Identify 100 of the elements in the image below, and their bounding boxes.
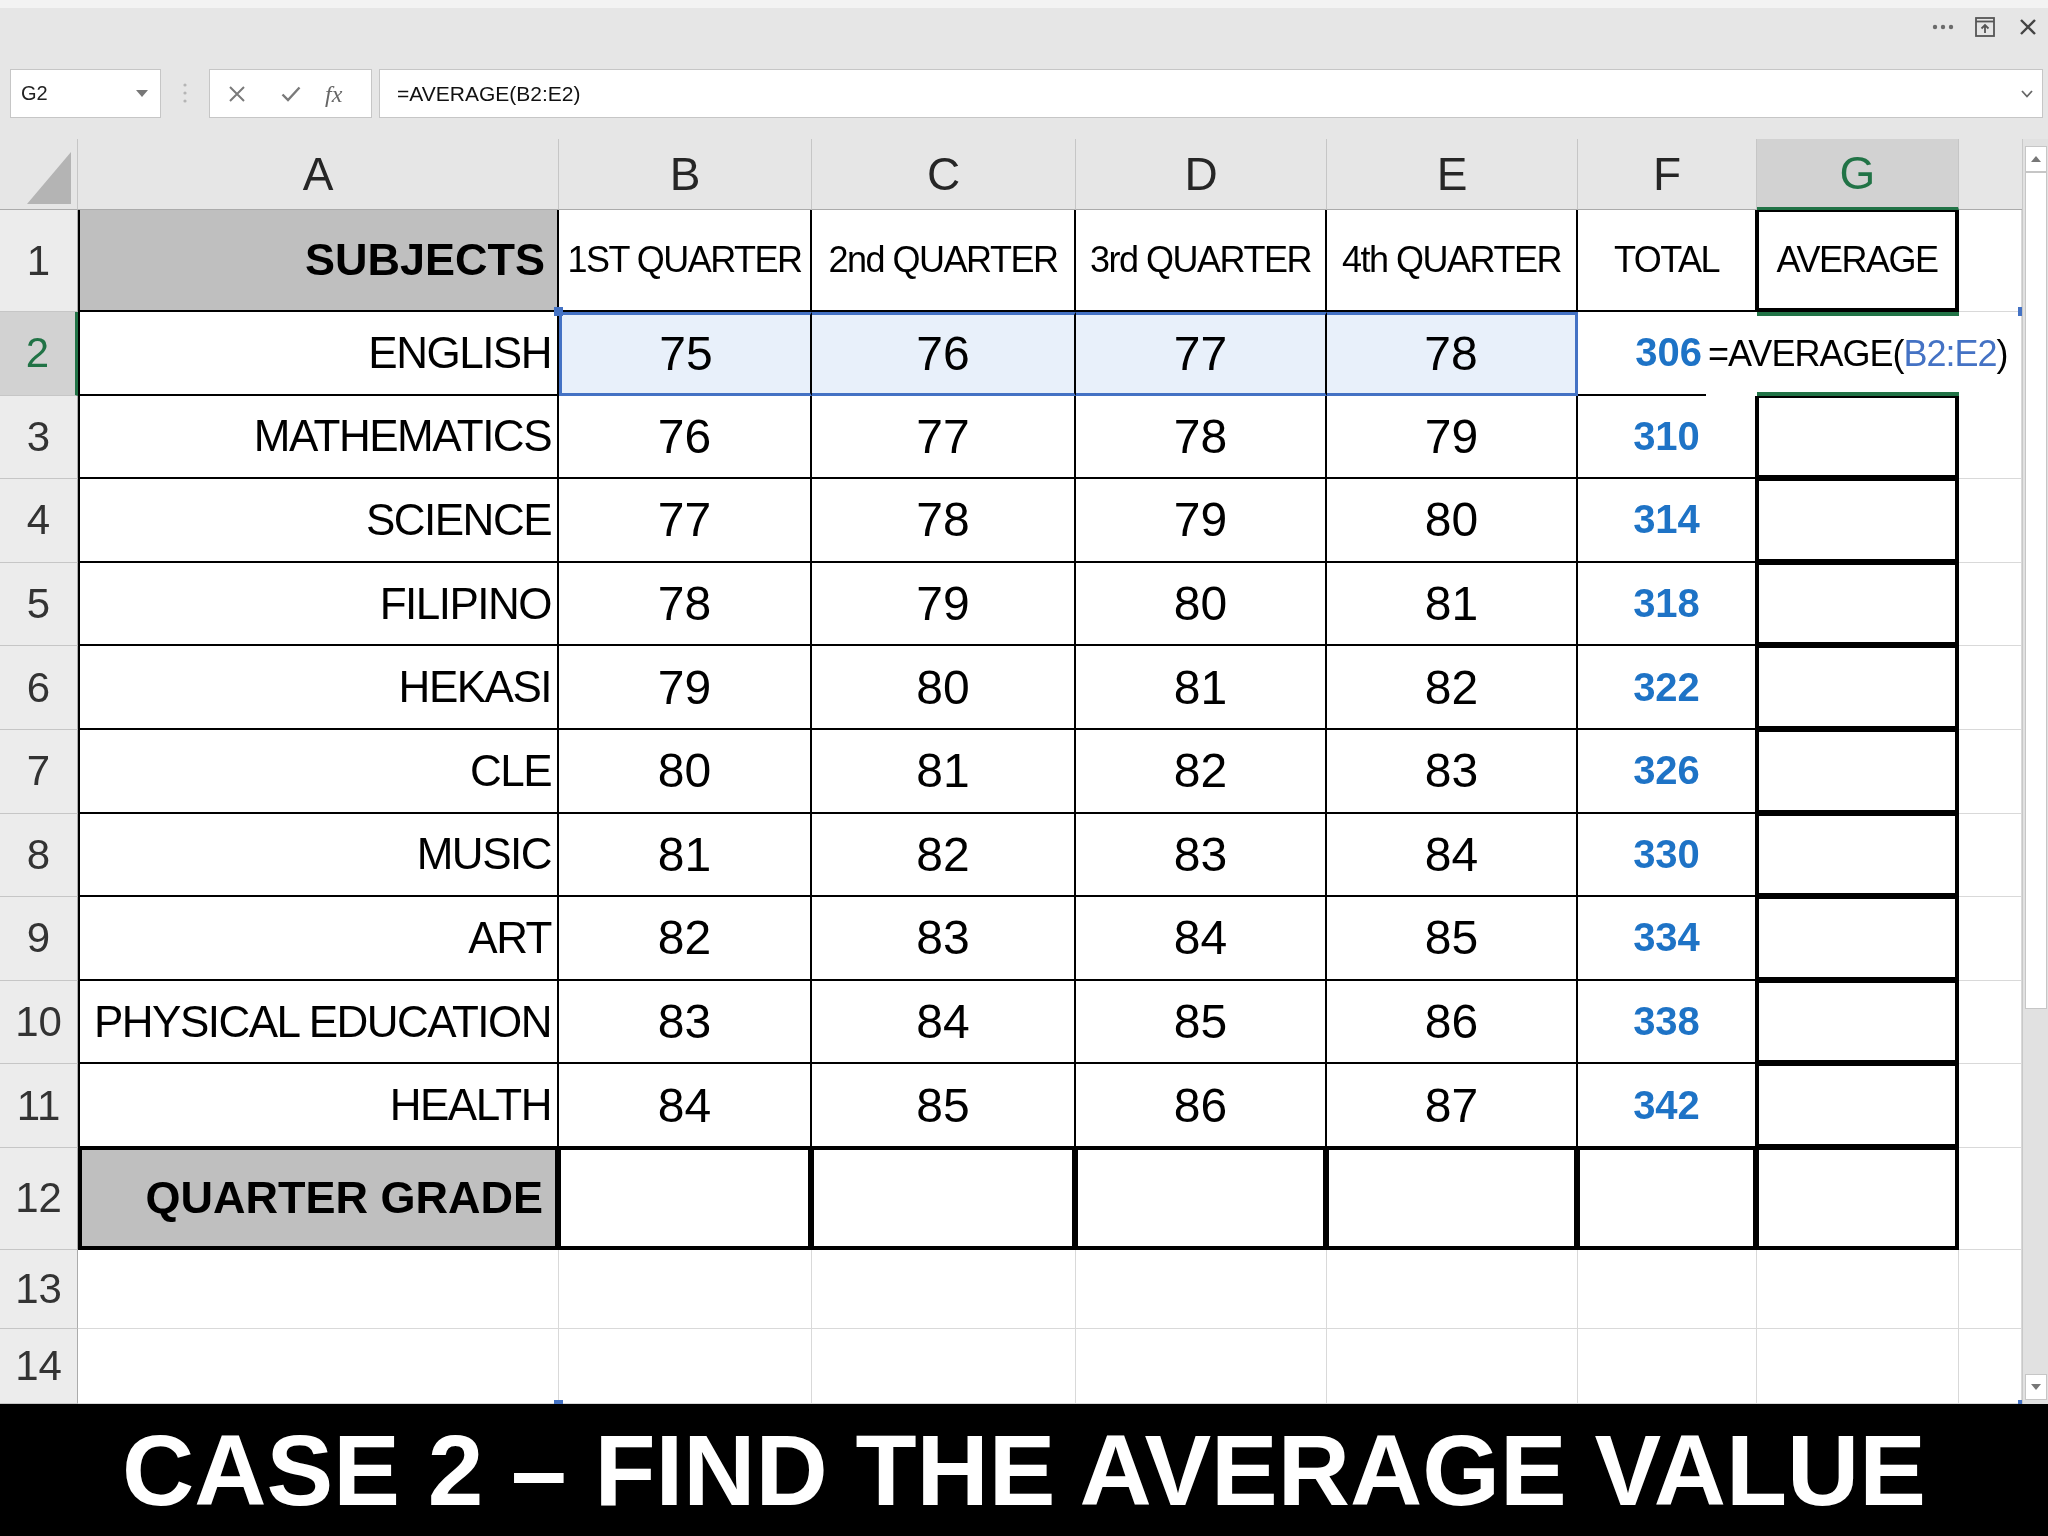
score-cell: 83 (812, 897, 1076, 981)
score-cell: 84 (812, 980, 1076, 1065)
subject-cell: PHYSICAL EDUCATION (78, 980, 559, 1065)
check-icon[interactable] (281, 85, 301, 102)
score-cell: 81 (1076, 646, 1327, 730)
subject-cell: CLE (78, 729, 559, 814)
column-header[interactable]: F (1578, 139, 1757, 210)
total-cell: 334 (1578, 897, 1757, 981)
total-cell: 322 (1578, 646, 1757, 730)
score-cell: 81 (559, 813, 812, 898)
chevron-down-icon[interactable] (2021, 89, 2033, 98)
subject-cell: ENGLISH (78, 312, 559, 396)
score-cell: 79 (559, 646, 812, 730)
score-cell: 79 (1076, 479, 1327, 563)
score-cell: 79 (1327, 395, 1578, 480)
name-box[interactable]: G2 (10, 69, 161, 118)
score-cell: 82 (559, 897, 812, 981)
subject-cell: HEALTH (78, 1064, 559, 1148)
scrollbar-track[interactable] (2022, 139, 2048, 1404)
score-cell: 78 (812, 479, 1076, 563)
score-cell: 80 (812, 646, 1076, 730)
score-cell: 78 (1076, 395, 1327, 480)
row-header[interactable]: 2 (0, 312, 78, 396)
row-header[interactable]: 3 (0, 395, 78, 480)
column-title-cell: 3rd QUARTER (1076, 210, 1327, 312)
score-cell: 84 (1327, 813, 1578, 898)
score-cell: 80 (1327, 479, 1578, 563)
subject-cell: SCIENCE (78, 479, 559, 563)
total-cell: 318 (1578, 562, 1757, 647)
row-header[interactable]: 14 (0, 1328, 78, 1404)
score-cell: 76 (812, 312, 1076, 396)
scroll-up-icon[interactable] (2024, 146, 2047, 172)
score-cell: 85 (1076, 980, 1327, 1065)
score-cell: 83 (1327, 729, 1578, 814)
subject-cell: FILIPINO (78, 562, 559, 647)
cancel-icon[interactable] (229, 85, 245, 102)
row-header[interactable]: 1 (0, 210, 78, 312)
column-title-cell: TOTAL (1578, 210, 1757, 312)
score-cell: 82 (1327, 646, 1578, 730)
row-header[interactable]: 13 (0, 1249, 78, 1329)
row-header[interactable]: 11 (0, 1064, 78, 1148)
scrollbar-thumb[interactable] (2024, 172, 2047, 1009)
more-icon[interactable] (1932, 24, 1954, 30)
score-cell: 78 (1327, 312, 1578, 396)
row-header[interactable]: 8 (0, 813, 78, 898)
score-cell: 77 (559, 479, 812, 563)
row-header[interactable]: 6 (0, 646, 78, 730)
score-cell: 83 (559, 980, 812, 1065)
score-cell: 82 (812, 813, 1076, 898)
column-header[interactable]: B (559, 139, 812, 210)
score-cell: 86 (1076, 1064, 1327, 1148)
total-cell: 314 (1578, 479, 1757, 563)
subject-cell: MUSIC (78, 813, 559, 898)
subject-cell: MATHEMATICS (78, 395, 559, 480)
total-cell: 338 (1578, 980, 1757, 1065)
total-cell: 310 (1578, 395, 1757, 480)
total-cell: 342 (1578, 1064, 1757, 1148)
column-header[interactable]: E (1327, 139, 1578, 210)
column-header[interactable]: C (812, 139, 1076, 210)
row-header[interactable]: 12 (0, 1147, 78, 1250)
score-cell: 76 (559, 395, 812, 480)
score-cell: 87 (1327, 1064, 1578, 1148)
row-label-cell: SUBJECTS (78, 210, 559, 312)
score-cell: 78 (559, 562, 812, 647)
score-cell: 77 (812, 395, 1076, 480)
row-label-cell: QUARTER GRADE (78, 1147, 559, 1250)
dropdown-caret-icon[interactable] (136, 90, 148, 97)
row-header[interactable]: 4 (0, 479, 78, 563)
score-cell: 84 (1076, 897, 1327, 981)
caption-banner: CASE 2 – FIND THE AVERAGE VALUE (0, 1404, 2048, 1536)
column-title-cell: AVERAGE (1757, 210, 1959, 312)
score-cell: 81 (812, 729, 1076, 814)
score-cell: 85 (812, 1064, 1076, 1148)
column-header[interactable]: G (1757, 139, 1959, 210)
score-cell: 75 (559, 312, 812, 396)
subject-cell: ART (78, 897, 559, 981)
insert-function-button[interactable]: fx (323, 81, 345, 106)
score-cell: 84 (559, 1064, 812, 1148)
row-header[interactable]: 9 (0, 897, 78, 981)
row-header[interactable]: 10 (0, 980, 78, 1065)
score-cell: 86 (1327, 980, 1578, 1065)
score-cell: 80 (559, 729, 812, 814)
total-cell: 326 (1578, 729, 1757, 814)
row-header[interactable]: 7 (0, 729, 78, 814)
row-header[interactable]: 5 (0, 562, 78, 647)
score-cell: 80 (1076, 562, 1327, 647)
score-cell: 79 (812, 562, 1076, 647)
score-cell: 77 (1076, 312, 1327, 396)
score-cell: 82 (1076, 729, 1327, 814)
column-title-cell: 2nd QUARTER (812, 210, 1076, 312)
column-header[interactable]: D (1076, 139, 1327, 210)
subject-cell: HEKASI (78, 646, 559, 730)
score-cell: 81 (1327, 562, 1578, 647)
close-icon[interactable] (2020, 19, 2036, 35)
column-title-cell: 4th QUARTER (1327, 210, 1578, 312)
formula-field[interactable]: =AVERAGE(B2:E2) (379, 69, 2043, 118)
column-header[interactable]: A (78, 139, 559, 210)
scroll-down-icon[interactable] (2024, 1374, 2047, 1400)
total-cell: 330 (1578, 813, 1757, 898)
range-handle-icon[interactable] (554, 307, 563, 316)
